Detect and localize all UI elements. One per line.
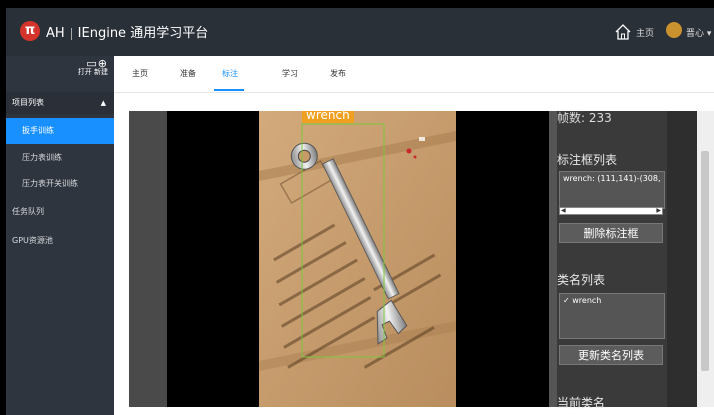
tab-prepare[interactable]: 准备	[180, 68, 196, 79]
tab-publish[interactable]: 发布	[330, 68, 346, 79]
update-class-list-button[interactable]: 更新类名列表	[559, 345, 663, 365]
brand-logo: π	[20, 21, 40, 41]
bbox-list[interactable]: wrench: (111,141)-(308,	[559, 171, 665, 209]
tab-annotate[interactable]: 标注	[222, 68, 238, 79]
brand-title: AH IEngine 通用学习平台	[46, 22, 208, 41]
main-content: 主页 准备 标注 学习 发布 wrench 帧数: 233 标注框列表 wren…	[114, 56, 714, 415]
sidebar-item-wrench-training[interactable]: 扳手训练	[6, 118, 114, 144]
bbox-list-title: 标注框列表	[557, 153, 618, 167]
delete-bbox-button[interactable]: 删除标注框	[559, 223, 663, 243]
sidebar-item-task-queue[interactable]: 任务队列	[6, 199, 114, 225]
frame-count: 帧数: 233	[557, 111, 612, 125]
user-name: 晋心	[686, 29, 705, 39]
vertical-scrollbar[interactable]	[697, 111, 714, 407]
avatar[interactable]	[666, 22, 682, 38]
top-header: π AH IEngine 通用学习平台 主页 晋心 ▾	[6, 8, 714, 56]
tab-home[interactable]: 主页	[132, 68, 148, 79]
annotation-side-panel: 帧数: 233 标注框列表 wrench: (111,141)-(308, ◀ …	[557, 111, 667, 410]
image-canvas[interactable]: wrench	[129, 111, 549, 407]
caret-up-icon: ▲	[100, 99, 106, 107]
app-frame: π AH IEngine 通用学习平台 主页 晋心 ▾ ▭⊕ 打开 新建 项目列表…	[0, 0, 714, 415]
sidebar-item-gpu-pool[interactable]: GPU资源池	[6, 228, 114, 254]
canvas-letterbox-right	[456, 111, 549, 407]
new-project-button[interactable]: 新建	[94, 68, 108, 76]
wrench-photo	[259, 111, 456, 407]
bbox-label: wrench	[302, 111, 354, 123]
project-actions: ▭⊕ 打开 新建	[78, 58, 108, 77]
sidebar-item-gauge-training[interactable]: 压力表训练	[6, 145, 114, 171]
scroll-left-icon[interactable]: ◀	[561, 208, 566, 214]
class-list-title: 类名列表	[557, 273, 606, 287]
home-link[interactable]: 主页	[636, 26, 654, 39]
brand-short: AH	[46, 26, 65, 41]
home-icon[interactable]	[614, 23, 632, 41]
scroll-right-icon[interactable]: ▶	[656, 208, 661, 214]
active-tab-indicator	[214, 89, 244, 91]
sidebar-item-gauge-switch-training[interactable]: 压力表开关训练	[6, 171, 114, 197]
brand-platform: 通用学习平台	[130, 26, 209, 41]
annotated-image[interactable]: wrench	[259, 111, 456, 407]
tab-learn[interactable]: 学习	[282, 68, 298, 79]
sidebar: ▭⊕ 打开 新建 项目列表 ▲ 扳手训练 压力表训练 压力表开关训练 任务队列 …	[6, 56, 114, 415]
bbox-list-item[interactable]: wrench: (111,141)-(308,	[560, 172, 664, 185]
current-class-title: 当前类名	[557, 396, 606, 410]
class-list-item[interactable]: ✓ wrench	[560, 294, 664, 307]
class-list[interactable]: ✓ wrench	[559, 293, 665, 339]
user-menu[interactable]: 晋心 ▾	[686, 26, 711, 39]
annotation-workspace: wrench 帧数: 233 标注框列表 wrench: (111,141)-(…	[129, 111, 714, 410]
canvas-letterbox-left	[167, 111, 259, 407]
brand-divider	[70, 27, 72, 40]
chevron-down-icon: ▾	[706, 29, 712, 39]
bbox-list-hscrollbar[interactable]: ◀ ▶	[559, 207, 663, 215]
panel-splitter[interactable]	[549, 111, 557, 407]
brand-engine: IEngine	[77, 26, 127, 41]
panel-gutter	[667, 111, 697, 407]
project-list-header[interactable]: 项目列表 ▲	[6, 92, 114, 114]
tab-bar: 主页 准备 标注 学习 发布	[114, 56, 714, 93]
open-project-button[interactable]: 打开	[78, 68, 92, 76]
project-list-label: 项目列表	[12, 98, 44, 107]
scrollbar-thumb[interactable]	[701, 151, 709, 371]
action-icons: ▭⊕	[78, 58, 108, 69]
